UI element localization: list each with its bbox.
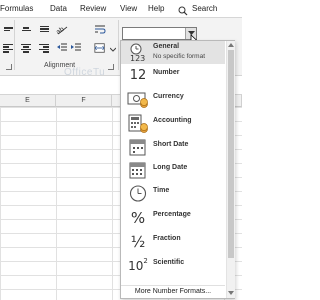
search-icon[interactable] [178, 3, 188, 16]
decrease-indent-icon[interactable] [56, 42, 68, 54]
align-left-icon[interactable] [2, 42, 14, 54]
scientific-icon: 10 2 [128, 256, 148, 273]
excel-window: { "tabs": ["Formulas", "Data", "Review",… [0, 0, 242, 300]
menu-item-label: Long Date [153, 164, 188, 171]
percent-icon: % [130, 208, 146, 227]
menu-item-fraction[interactable]: ½ Fraction [121, 230, 225, 253]
tab-data[interactable]: Data [50, 4, 67, 13]
scroll-up-icon[interactable] [228, 43, 234, 47]
number-12-icon: 12 [129, 68, 147, 83]
font-launcher-icon[interactable] [6, 64, 12, 70]
top-align-icon[interactable] [2, 23, 14, 35]
menu-item-scientific[interactable]: 10 2 Scientific [121, 254, 225, 277]
tab-review[interactable]: Review [80, 4, 106, 13]
wrap-text-icon[interactable] [94, 23, 106, 35]
merge-dropdown-icon[interactable] [110, 44, 116, 56]
menu-item-label: General [153, 43, 180, 50]
menu-item-percentage[interactable]: % Percentage [121, 206, 225, 229]
watermark-text: OfficeTu [64, 67, 106, 78]
menu-item-label: Percentage [153, 211, 191, 218]
menu-item-short-date[interactable]: Short Date [121, 136, 225, 159]
menu-item-label: Short Date [153, 141, 189, 148]
long-date-calendar-icon [127, 161, 149, 180]
increase-indent-icon[interactable] [70, 42, 82, 54]
clock-icon [127, 184, 149, 203]
menu-item-accounting[interactable]: Accounting [121, 112, 225, 135]
menu-item-general[interactable]: 123 General No specific format [121, 41, 225, 64]
menu-item-currency[interactable]: Currency [121, 88, 225, 111]
search-label[interactable]: Search [192, 4, 217, 13]
short-date-calendar-icon [127, 138, 149, 157]
fraction-icon: ½ [130, 232, 146, 251]
align-right-icon[interactable] [38, 42, 50, 54]
svg-text:ab: ab [56, 26, 66, 35]
menu-item-number[interactable]: 12 Number [121, 64, 225, 87]
menu-item-label: Scientific [153, 259, 185, 266]
group-separator [14, 20, 15, 70]
column-header-e[interactable]: E [0, 95, 56, 107]
scroll-down-icon[interactable] [228, 291, 234, 295]
more-number-formats-link[interactable]: More Number Formats... [121, 285, 225, 298]
merge-center-icon[interactable] [94, 42, 106, 54]
alignment-launcher-icon[interactable] [108, 64, 114, 70]
menu-item-time[interactable]: Time [121, 182, 225, 205]
menu-item-label: Currency [153, 93, 184, 100]
tab-view[interactable]: View [120, 4, 137, 13]
menu-item-sublabel: No specific format [153, 53, 206, 60]
menu-item-label: Fraction [153, 235, 181, 242]
scrollbar-thumb[interactable] [228, 50, 234, 258]
menu-item-label: Accounting [153, 117, 192, 124]
bottom-align-icon[interactable] [38, 23, 50, 35]
align-center-icon[interactable] [20, 42, 32, 54]
tab-help[interactable]: Help [148, 4, 164, 13]
accounting-icon [127, 114, 149, 133]
menu-item-label: Number [153, 69, 180, 76]
group-separator [118, 20, 119, 70]
menu-item-label: Time [153, 187, 170, 194]
tab-formulas[interactable]: Formulas [0, 4, 33, 13]
general-123-icon: 123 [127, 43, 149, 62]
currency-icon [127, 90, 149, 109]
menu-item-long-date[interactable]: Long Date [121, 159, 225, 182]
middle-align-icon[interactable] [20, 23, 32, 35]
column-header-f[interactable]: F [56, 95, 112, 107]
ribbon-tabs: Formulas Data Review View Help Search [0, 0, 242, 18]
orientation-icon[interactable]: ab [56, 23, 68, 35]
general-glyph: 123 [130, 54, 145, 62]
menu-scrollbar[interactable] [226, 41, 235, 298]
number-format-menu: 123 General No specific format 12 Number… [120, 40, 235, 299]
number-format-combo[interactable] [122, 27, 197, 40]
